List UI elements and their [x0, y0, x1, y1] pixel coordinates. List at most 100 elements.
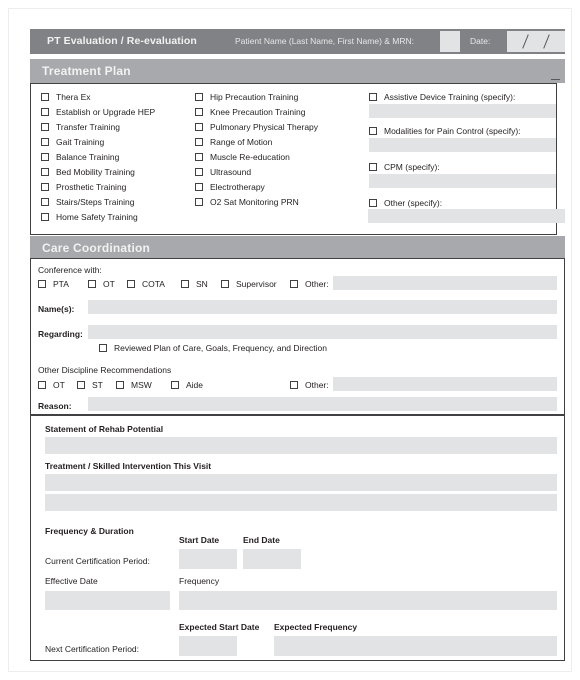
form-page: PT Evaluation / Re-evaluation Patient Na…: [8, 8, 572, 672]
checkbox-discipline-aide[interactable]: Aide: [171, 380, 203, 390]
checkbox-icon[interactable]: [195, 153, 203, 161]
checkbox-icon[interactable]: [369, 93, 377, 101]
checkbox-stairs-steps-training[interactable]: Stairs/Steps Training: [41, 197, 134, 207]
checkbox-gait-training[interactable]: Gait Training: [41, 137, 104, 147]
checkbox-icon[interactable]: [195, 93, 203, 101]
checkbox-label: Bed Mobility Training: [56, 167, 135, 177]
checkbox-icon[interactable]: [41, 138, 49, 146]
checkbox-icon[interactable]: [195, 138, 203, 146]
discipline-other-input[interactable]: [333, 377, 557, 391]
checkbox-discipline-msw[interactable]: MSW: [116, 380, 152, 390]
frequency-input[interactable]: [179, 591, 557, 610]
names-input[interactable]: [88, 300, 557, 314]
checkbox-pulmonary-physical-therapy[interactable]: Pulmonary Physical Therapy: [195, 122, 318, 132]
checkbox-balance-training[interactable]: Balance Training: [41, 152, 119, 162]
checkbox-icon[interactable]: [41, 168, 49, 176]
checkbox-conference-ot[interactable]: OT: [88, 279, 115, 289]
regarding-input[interactable]: [88, 325, 557, 339]
checkbox-conference-sn[interactable]: SN: [181, 279, 208, 289]
checkbox-reviewed-plan-of-care[interactable]: Reviewed Plan of Care, Goals, Frequency,…: [99, 343, 327, 353]
checkbox-label: O2 Sat Monitoring PRN: [210, 197, 299, 207]
checkbox-home-safety-training[interactable]: Home Safety Training: [41, 212, 138, 222]
checkbox-icon[interactable]: [369, 199, 377, 207]
current-certification-start-date-input[interactable]: [179, 549, 237, 569]
assistive-device-training-input[interactable]: [369, 104, 556, 118]
checkbox-transfer-training[interactable]: Transfer Training: [41, 122, 120, 132]
treatment-skilled-intervention-label: Treatment / Skilled Intervention This Vi…: [45, 461, 212, 471]
checkbox-electrotherapy[interactable]: Electrotherapy: [195, 182, 265, 192]
checkbox-establish-upgrade-hep[interactable]: Establish or Upgrade HEP: [41, 107, 155, 117]
reason-input[interactable]: [88, 397, 557, 411]
conference-other-input[interactable]: [333, 276, 557, 290]
checkbox-icon[interactable]: [195, 183, 203, 191]
current-certification-period-label: Current Certification Period:: [45, 556, 150, 566]
checkbox-icon[interactable]: [41, 153, 49, 161]
date-input[interactable]: [507, 31, 565, 52]
care-coordination-body: Conference with: PTA OT COTA SN Supervis…: [30, 258, 565, 415]
checkbox-conference-other[interactable]: Other:: [290, 279, 329, 289]
checkbox-o2-sat-monitoring-prn[interactable]: O2 Sat Monitoring PRN: [195, 197, 299, 207]
checkbox-icon[interactable]: [369, 163, 377, 171]
checkbox-icon[interactable]: [41, 93, 49, 101]
effective-date-input[interactable]: [45, 591, 170, 610]
next-certification-expected-start-date-input[interactable]: [179, 636, 237, 656]
other-treatment-input[interactable]: [368, 209, 565, 223]
checkbox-icon[interactable]: [195, 198, 203, 206]
checkbox-icon[interactable]: [195, 108, 203, 116]
checkbox-hip-precaution-training[interactable]: Hip Precaution Training: [195, 92, 298, 102]
checkbox-icon[interactable]: [127, 280, 135, 288]
checkbox-icon[interactable]: [195, 168, 203, 176]
checkbox-icon[interactable]: [195, 123, 203, 131]
patient-name-input[interactable]: [440, 31, 460, 52]
checkbox-discipline-other[interactable]: Other:: [290, 380, 329, 390]
date-separator-slash-2: [543, 34, 550, 49]
checkbox-prosthetic-training[interactable]: Prosthetic Training: [41, 182, 126, 192]
checkbox-conference-cota[interactable]: COTA: [127, 279, 165, 289]
checkbox-conference-pta[interactable]: PTA: [38, 279, 69, 289]
checkbox-discipline-st[interactable]: ST: [77, 380, 103, 390]
cpm-input[interactable]: [369, 174, 556, 188]
checkbox-icon[interactable]: [38, 381, 46, 389]
next-certification-expected-frequency-input[interactable]: [274, 636, 557, 656]
checkbox-icon[interactable]: [99, 344, 107, 352]
checkbox-assistive-device-training[interactable]: Assistive Device Training (specify):: [369, 92, 515, 102]
checkbox-icon[interactable]: [290, 280, 298, 288]
checkbox-icon[interactable]: [116, 381, 124, 389]
checkbox-other-treatment[interactable]: Other (specify):: [369, 198, 442, 208]
checkbox-icon[interactable]: [41, 123, 49, 131]
checkbox-icon[interactable]: [171, 381, 179, 389]
checkbox-label: Aide: [186, 380, 204, 390]
treatment-skilled-intervention-input-line1[interactable]: [45, 474, 557, 491]
checkbox-knee-precaution-training[interactable]: Knee Precaution Training: [195, 107, 305, 117]
checkbox-thera-ex[interactable]: Thera Ex: [41, 92, 91, 102]
checkbox-icon[interactable]: [41, 213, 49, 221]
checkbox-icon[interactable]: [41, 183, 49, 191]
checkbox-modalities-for-pain-control[interactable]: Modalities for Pain Control (specify):: [369, 126, 521, 136]
checkbox-label: Thera Ex: [56, 92, 91, 102]
checkbox-icon[interactable]: [221, 280, 229, 288]
effective-date-label: Effective Date: [45, 576, 98, 586]
checkbox-label: Establish or Upgrade HEP: [56, 107, 156, 117]
names-label: Name(s):: [38, 304, 75, 314]
checkbox-muscle-re-education[interactable]: Muscle Re-education: [195, 152, 290, 162]
checkbox-icon[interactable]: [181, 280, 189, 288]
checkbox-icon[interactable]: [290, 381, 298, 389]
checkbox-icon[interactable]: [38, 280, 46, 288]
checkbox-cpm[interactable]: CPM (specify):: [369, 162, 440, 172]
checkbox-icon[interactable]: [41, 108, 49, 116]
checkbox-icon[interactable]: [41, 198, 49, 206]
checkbox-conference-supervisor[interactable]: Supervisor: [221, 279, 277, 289]
checkbox-icon[interactable]: [369, 127, 377, 135]
modalities-for-pain-control-input[interactable]: [369, 138, 556, 152]
checkbox-label: Pulmonary Physical Therapy: [210, 122, 319, 132]
checkbox-ultrasound[interactable]: Ultrasound: [195, 167, 251, 177]
checkbox-discipline-ot[interactable]: OT: [38, 380, 65, 390]
checkbox-icon[interactable]: [88, 280, 96, 288]
current-certification-end-date-input[interactable]: [243, 549, 301, 569]
form-header-bar: PT Evaluation / Re-evaluation Patient Na…: [30, 29, 565, 54]
checkbox-bed-mobility-training[interactable]: Bed Mobility Training: [41, 167, 135, 177]
checkbox-range-of-motion[interactable]: Range of Motion: [195, 137, 272, 147]
statement-of-rehab-potential-input[interactable]: [45, 437, 557, 454]
checkbox-icon[interactable]: [77, 381, 85, 389]
treatment-skilled-intervention-input-line2[interactable]: [45, 494, 557, 511]
